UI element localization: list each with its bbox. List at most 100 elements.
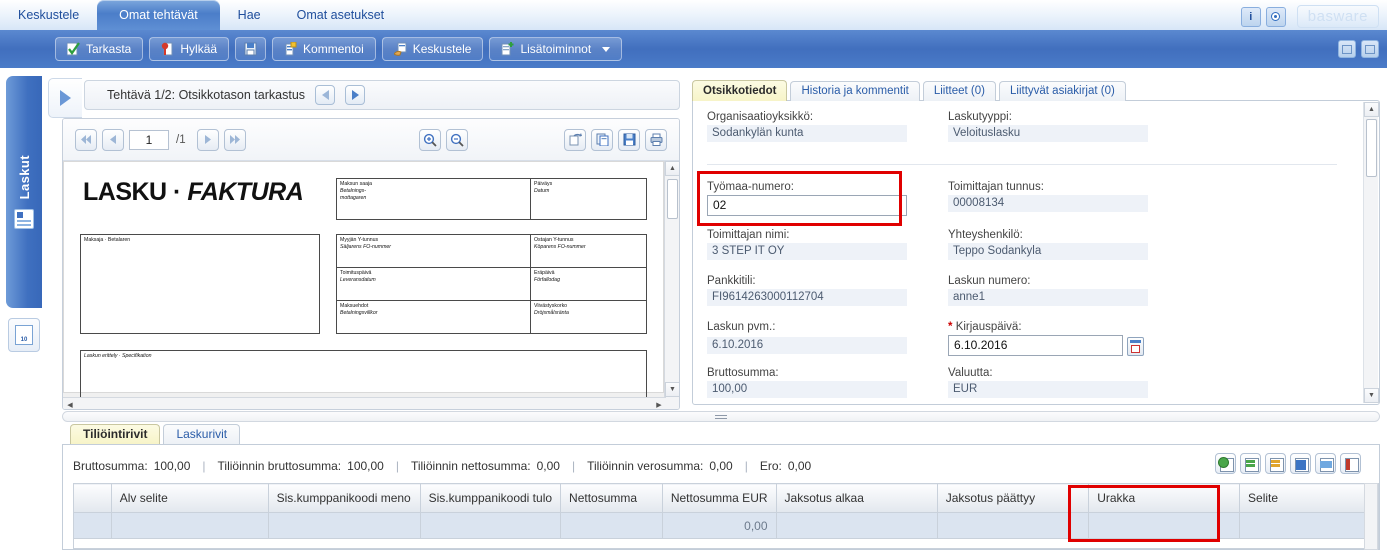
cell-nettosumma[interactable] — [560, 512, 663, 539]
scroll-up-button[interactable]: ▲ — [1364, 102, 1379, 117]
field-value: 3 STEP IT OY — [707, 243, 907, 260]
column-header-nettosumma-eur[interactable]: Nettosumma EUR — [661, 483, 777, 513]
header-panel-scrollbar[interactable]: ▲ ▼ — [1363, 102, 1379, 403]
column-header-jaksotus-alkaa[interactable]: Jaksotus alkaa — [775, 483, 938, 513]
cell-nettosumma-eur[interactable]: 0,00 — [661, 512, 777, 539]
invoice-box-delivery-date: Toimituspäivä Leveransdatum — [336, 267, 531, 301]
scroll-up-button[interactable]: ▲ — [665, 161, 679, 176]
field-pankkitili: Pankkitili: FI9614263000112704 — [707, 275, 907, 306]
invoice-field-sublabel: Betalnings- — [340, 188, 366, 194]
tarkasta-button[interactable]: Tarkasta — [55, 37, 144, 61]
column-header-selite[interactable]: Selite — [1239, 483, 1379, 513]
task-prev-button[interactable] — [315, 85, 336, 105]
grid-vertical-scrollbar[interactable] — [1364, 483, 1378, 550]
kirjauspaiva-input[interactable]: 6.10.2016 — [948, 335, 1123, 356]
nav-tab-omat-tehtavat[interactable]: Omat tehtävät — [97, 0, 220, 30]
column-header-sis-kumppanikoodi-meno[interactable]: Sis.kumppanikoodi meno — [267, 483, 421, 513]
field-toimittajan-tunnus: Toimittajan tunnus: 00008134 — [948, 181, 1148, 216]
cell-jaksotus-paattyy[interactable] — [936, 512, 1090, 539]
save-icon[interactable] — [618, 128, 640, 151]
first-page-button[interactable] — [75, 128, 97, 151]
tab-liitteet[interactable]: Liitteet (0) — [922, 81, 996, 101]
collapse-panel-button[interactable] — [48, 78, 82, 118]
next-page-button[interactable] — [196, 128, 219, 151]
layout-vertical-icon[interactable] — [1361, 40, 1379, 58]
table-row-spacer — [73, 538, 1379, 549]
last-page-button[interactable] — [223, 128, 246, 151]
document-page-view[interactable]: LASKU · FAKTURA Maksun saaja Betalnings-… — [63, 161, 679, 409]
document-vertical-scrollbar[interactable]: ▲ ▼ — [664, 161, 679, 409]
save-button[interactable] — [235, 37, 267, 61]
scroll-down-button[interactable]: ▼ — [665, 382, 679, 397]
nav-tab-omat-asetukset[interactable]: Omat asetukset — [279, 0, 403, 30]
save-rows-icon[interactable] — [1290, 453, 1311, 474]
document-horizontal-scrollbar[interactable]: ◀ ▶ — [63, 397, 666, 409]
copy-rows-icon[interactable] — [1240, 453, 1261, 474]
sidebar-item-laskut[interactable]: Laskut — [6, 76, 42, 308]
column-header-nettosumma[interactable]: Nettosumma — [560, 483, 663, 513]
column-header-jaksotus-paattyy[interactable]: Jaksotus päättyy — [936, 483, 1090, 513]
invoice-box-buyer-id: Ostajan Y-tunnus Köparens FO-nummer — [530, 234, 647, 268]
column-header-sis-kumppanikoodi-tulo[interactable]: Sis.kumppanikoodi tulo — [419, 483, 562, 513]
totals-summary: Bruttosumma: 100,00 | Tiliöinnin bruttos… — [73, 459, 823, 473]
calendar-icon[interactable] — [1127, 337, 1144, 356]
zoom-in-button[interactable] — [418, 128, 441, 151]
invoice-10-icon: 10 — [15, 325, 33, 345]
nav-tab-hae[interactable]: Hae — [220, 0, 279, 30]
recalculate-icon[interactable] — [1215, 453, 1236, 474]
cell-jaksotus-alkaa[interactable] — [775, 512, 938, 539]
field-label: Toimittajan nimi: — [707, 229, 790, 241]
scroll-left-button[interactable]: ◀ — [63, 398, 77, 409]
grid-action-icons — [1215, 453, 1361, 474]
tab-tiliointirivit[interactable]: Tiliöintirivit — [70, 424, 161, 444]
zoom-out-button[interactable] — [445, 128, 468, 151]
copy-icon[interactable] — [591, 128, 613, 151]
hylkaa-button[interactable]: Hylkää — [149, 37, 230, 61]
kommentoi-button[interactable]: Kommentoi — [272, 37, 376, 61]
column-header-urakka[interactable]: Urakka — [1088, 483, 1241, 513]
form-row: Pankkitili: FI9614263000112704 Laskun nu… — [707, 275, 1148, 306]
invoice-10-button[interactable]: 10 — [8, 318, 40, 352]
rotate-icon[interactable] — [564, 128, 586, 151]
layout-horizontal-icon[interactable] — [1338, 40, 1356, 58]
field-value: 100,00 — [707, 381, 907, 398]
lisatoiminnot-button[interactable]: Lisätoiminnot — [489, 37, 623, 61]
column-header-select[interactable] — [73, 483, 112, 513]
cell-sis-kumppanikoodi-meno[interactable] — [267, 512, 421, 539]
edit-rows-icon[interactable] — [1265, 453, 1286, 474]
panel-splitter[interactable] — [62, 411, 1380, 422]
scroll-thumb[interactable] — [667, 179, 678, 219]
column-header-alv-selite[interactable]: Alv selite — [110, 483, 269, 513]
scroll-thumb[interactable] — [1366, 119, 1377, 177]
tab-historia-ja-kommentit[interactable]: Historia ja kommentit — [790, 81, 920, 101]
tab-otsikkotiedot[interactable]: Otsikkotiedot — [692, 80, 788, 101]
delete-rows-icon[interactable] — [1340, 453, 1361, 474]
record-icon[interactable] — [1265, 6, 1286, 27]
required-marker: * — [948, 321, 953, 333]
task-next-button[interactable] — [345, 85, 366, 105]
save-icon — [244, 42, 257, 56]
cell-alv-selite[interactable] — [110, 512, 269, 539]
cell-selite[interactable] — [1239, 512, 1379, 539]
cell-sis-kumppanikoodi-tulo[interactable] — [419, 512, 562, 539]
import-rows-icon[interactable] — [1315, 453, 1336, 474]
prev-page-button[interactable] — [102, 128, 124, 151]
tyomaa-numero-input[interactable]: 02 — [707, 195, 907, 216]
tab-liittyvat-asiakirjat[interactable]: Liittyvät asiakirjat (0) — [999, 81, 1126, 101]
tab-laskurivit[interactable]: Laskurivit — [163, 424, 241, 444]
invoice-box-payment-terms: Maksuehdot Betalningsvillkor — [336, 300, 531, 334]
print-icon[interactable] — [645, 128, 667, 151]
info-icon[interactable]: i — [1240, 6, 1261, 27]
cell-select[interactable] — [73, 512, 112, 539]
scroll-down-button[interactable]: ▼ — [1364, 388, 1379, 403]
keskustele-button[interactable]: Keskustele — [381, 37, 484, 61]
scroll-right-button[interactable]: ▶ — [652, 398, 666, 409]
page-number-input[interactable]: 1 — [129, 129, 169, 150]
coding-rows-grid: Alv selite Sis.kumppanikoodi meno Sis.ku… — [73, 483, 1379, 549]
nav-tab-keskustele[interactable]: Keskustele — [0, 0, 97, 30]
summary-value: 0,00 — [787, 459, 812, 473]
cell-urakka[interactable] — [1088, 512, 1241, 539]
document-viewer-panel: 1 /1 LASKU · FAKTURA Maksun saaja Betaln… — [62, 118, 680, 410]
invoice-box-payer: Maksaja · Betalaren — [80, 234, 320, 334]
table-row[interactable]: 0,00 — [73, 512, 1379, 539]
